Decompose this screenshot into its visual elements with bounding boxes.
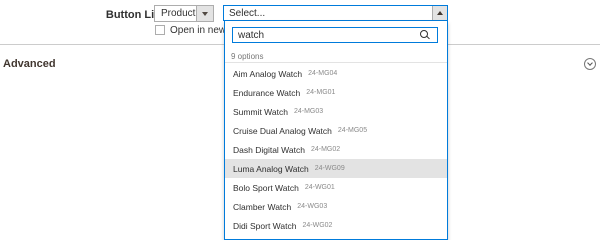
option-sku: 24-WG01 [304, 184, 335, 191]
options-list: Aim Analog Watch 24-MG04 Endurance Watch 24… [225, 64, 447, 235]
option-sku: 24-WG02 [302, 222, 333, 229]
option-sku: 24-MG05 [337, 127, 368, 134]
option-name: Dash Digital Watch [233, 144, 305, 155]
option-name: Endurance Watch [233, 87, 301, 98]
option-sku: 24-MG02 [310, 146, 341, 153]
options-count: 9 options [231, 52, 264, 61]
option-name: Luma Analog Watch [233, 163, 309, 174]
option-item[interactable]: Dash Digital Watch 24-MG02 [225, 140, 447, 159]
chevron-down-icon [202, 11, 208, 16]
option-item[interactable]: Bolo Sport Watch 24-WG01 [225, 178, 447, 197]
link-type-value: Product [161, 8, 196, 19]
option-name: Bolo Sport Watch [233, 182, 299, 193]
product-select[interactable]: Select... [223, 5, 448, 21]
option-item[interactable]: Summit Watch 24-MG03 [225, 102, 447, 121]
search-icon[interactable] [419, 29, 431, 41]
link-type-select[interactable]: Product [154, 5, 214, 22]
product-dropdown: 9 options Aim Analog Watch 24-MG04 Enduran… [224, 21, 448, 240]
chevron-down-circle-icon[interactable] [584, 58, 596, 70]
option-name: Aim Analog Watch [233, 68, 303, 79]
option-sku: 24-MG04 [308, 70, 338, 77]
option-item[interactable]: Endurance Watch 24-MG01 [225, 83, 447, 102]
open-new-tab-checkbox[interactable] [155, 25, 165, 35]
option-name: Clamber Watch [233, 201, 292, 212]
chevron-up-icon [437, 11, 443, 15]
option-item[interactable]: Didi Sport Watch 24-WG02 [225, 216, 447, 235]
option-item[interactable]: Clamber Watch 24-WG03 [225, 197, 447, 216]
option-sku: 24-WG09 [314, 165, 345, 172]
product-search-input[interactable] [233, 28, 419, 42]
option-item[interactable]: Luma Analog Watch 24-WG09 [225, 159, 447, 178]
page-builder-form: Button Link Product Open in new tab Adva… [0, 0, 600, 240]
option-sku: 24-WG03 [297, 203, 328, 210]
link-type-toggle[interactable] [196, 6, 213, 21]
options-divider [225, 62, 447, 63]
advanced-section-title[interactable]: Advanced [3, 58, 56, 70]
option-name: Summit Watch [233, 106, 288, 117]
option-item[interactable]: Cruise Dual Analog Watch 24-MG05 [225, 121, 447, 140]
option-sku: 24-MG01 [306, 89, 336, 96]
option-name: Cruise Dual Analog Watch [233, 125, 332, 136]
option-name: Didi Sport Watch [233, 220, 297, 231]
product-search-box [232, 27, 438, 43]
chevron-down-icon [587, 60, 593, 66]
option-sku: 24-MG03 [293, 108, 324, 115]
product-select-toggle[interactable] [432, 6, 447, 20]
product-select-value: Select... [229, 7, 266, 19]
option-item[interactable]: Aim Analog Watch 24-MG04 [225, 64, 447, 83]
